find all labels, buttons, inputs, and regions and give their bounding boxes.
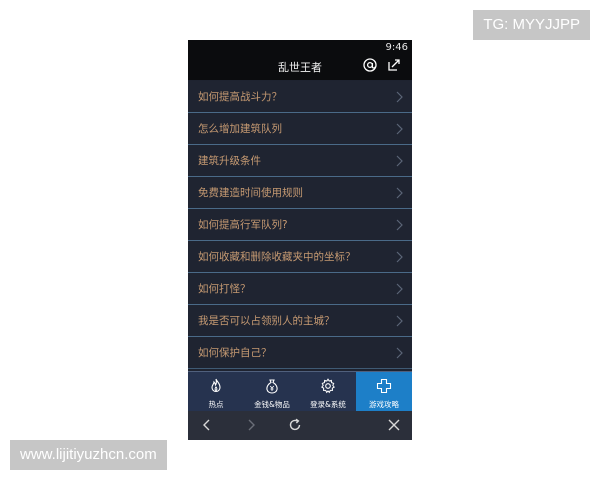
chevron-right-icon bbox=[396, 315, 403, 327]
gear-icon bbox=[321, 378, 335, 394]
list-item[interactable]: 如何提高战斗力？ bbox=[188, 81, 412, 113]
chevron-right-icon bbox=[396, 251, 403, 263]
tab-login-system[interactable]: 登录&系统 bbox=[300, 372, 356, 412]
tab-label: 游戏攻略 bbox=[369, 400, 399, 409]
close-icon[interactable] bbox=[387, 418, 401, 432]
refresh-icon[interactable] bbox=[288, 418, 302, 432]
page-title: 乱世王者 bbox=[278, 61, 322, 74]
faq-list: 如何提高战斗力？ 怎么增加建筑队列 建筑升级条件 免费建造时间使用规则 如何提高… bbox=[188, 81, 412, 369]
top-bar: 9:46 乱世王者 bbox=[188, 40, 412, 80]
watermark-bottom-left: www.lijitiyuzhcn.com bbox=[10, 440, 167, 470]
status-time: 9:46 bbox=[385, 42, 408, 53]
list-item[interactable]: 如何提高行军队列? bbox=[188, 209, 412, 241]
browser-toolbar bbox=[188, 411, 412, 440]
watermark-top-right: TG: MYYJJPP bbox=[473, 10, 590, 40]
flame-icon bbox=[211, 378, 221, 393]
tab-label: 金钱&物品 bbox=[254, 400, 290, 409]
list-item-label: 我是否可以占领别人的主城？ bbox=[198, 315, 335, 327]
tab-game-guide[interactable]: 游戏攻略 bbox=[356, 372, 412, 412]
list-item-label: 如何收藏和删除收藏夹中的坐标？ bbox=[198, 251, 356, 263]
tab-label: 热点 bbox=[208, 400, 224, 409]
chevron-right-icon bbox=[396, 283, 403, 295]
list-item-label: 如何提高战斗力？ bbox=[198, 91, 282, 103]
list-item-label: 如何打怪？ bbox=[198, 283, 251, 295]
chevron-right-icon bbox=[396, 187, 403, 199]
list-item-label: 怎么增加建筑队列 bbox=[198, 123, 282, 135]
list-item[interactable]: 怎么增加建筑队列 bbox=[188, 113, 412, 145]
back-icon[interactable] bbox=[200, 418, 214, 432]
at-icon[interactable] bbox=[363, 58, 377, 72]
list-item[interactable]: 如何收藏和删除收藏夹中的坐标？ bbox=[188, 241, 412, 273]
list-item[interactable]: 免费建造时间使用规则 bbox=[188, 177, 412, 209]
tab-money-items[interactable]: 金钱&物品 bbox=[244, 372, 300, 412]
list-item[interactable]: 如何保护自己？ bbox=[188, 337, 412, 369]
chevron-right-icon bbox=[396, 155, 403, 167]
cross-icon bbox=[376, 378, 392, 394]
list-item-label: 如何保护自己？ bbox=[198, 347, 272, 359]
list-item-label: 建筑升级条件 bbox=[198, 155, 261, 167]
chevron-right-icon bbox=[396, 91, 403, 103]
list-item-label: 如何提高行军队列? bbox=[198, 219, 288, 231]
tab-hot[interactable]: 热点 bbox=[188, 372, 244, 412]
chevron-right-icon bbox=[396, 347, 403, 359]
phone-screen: 9:46 乱世王者 如何提高战斗力？ 怎么增加建筑队列 建筑升级条件 免费建造时… bbox=[188, 40, 412, 440]
chevron-right-icon bbox=[396, 123, 403, 135]
list-item[interactable]: 如何打怪？ bbox=[188, 273, 412, 305]
forward-icon[interactable] bbox=[244, 418, 258, 432]
chevron-right-icon bbox=[396, 219, 403, 231]
money-bag-icon bbox=[266, 379, 278, 394]
bottom-tab-bar: 热点 金钱&物品 登录&系统 游戏攻略 bbox=[188, 371, 412, 412]
list-item-label: 免费建造时间使用规则 bbox=[198, 187, 303, 199]
tab-label: 登录&系统 bbox=[310, 400, 346, 409]
share-icon[interactable] bbox=[387, 58, 401, 72]
list-item[interactable]: 建筑升级条件 bbox=[188, 145, 412, 177]
list-item[interactable]: 我是否可以占领别人的主城？ bbox=[188, 305, 412, 337]
